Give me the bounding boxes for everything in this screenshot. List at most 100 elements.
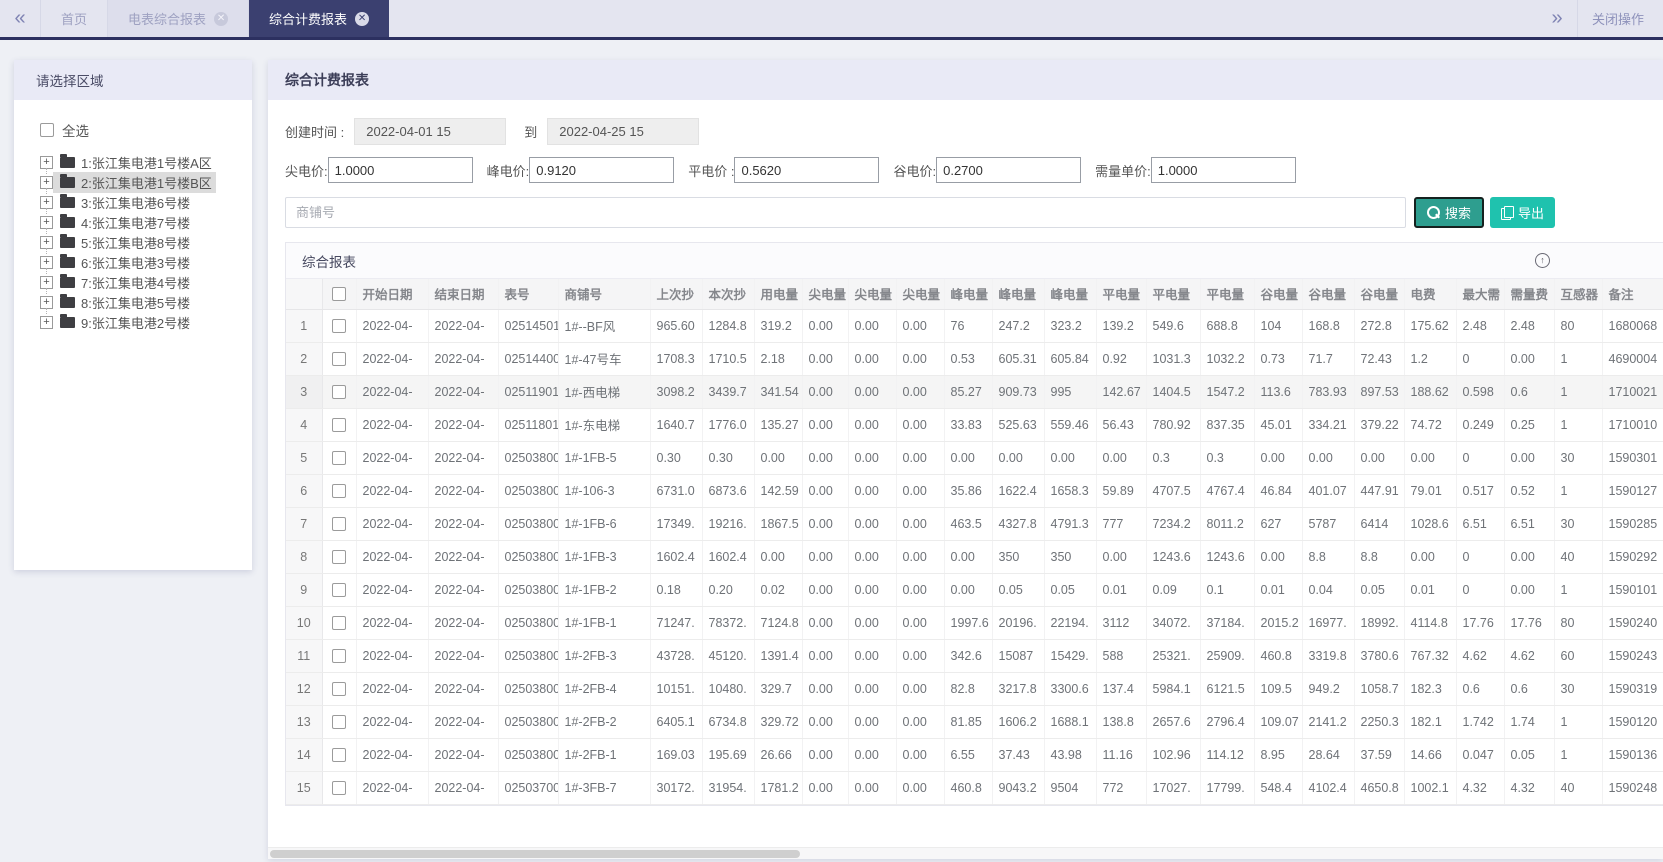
table-cell: 0.00: [1096, 441, 1146, 474]
table-cell: 9504: [1044, 771, 1096, 804]
tree-item: +3:张江集电港6号楼: [40, 192, 242, 212]
tree-item-label[interactable]: 5:张江集电港8号楼: [81, 233, 190, 252]
row-checkbox[interactable]: [332, 616, 346, 630]
row-checkbox[interactable]: [332, 418, 346, 432]
column-header: 互感器: [1554, 279, 1602, 309]
table-cell: 0.00: [896, 375, 944, 408]
row-checkbox-cell: [322, 639, 356, 672]
table-cell: 4650.8: [1354, 771, 1404, 804]
date-from-field[interactable]: 2022-04-01 15: [354, 118, 506, 145]
table-cell: 20196.: [992, 606, 1044, 639]
tree-node[interactable]: 6:张江集电港3号楼: [53, 252, 194, 273]
tree-item-label[interactable]: 1:张江集电港1号楼A区: [81, 153, 212, 172]
collapse-tabs-icon[interactable]: «: [0, 0, 40, 37]
table-cell: 18992.: [1354, 606, 1404, 639]
table-cell: 0.05: [992, 573, 1044, 606]
row-checkbox[interactable]: [332, 715, 346, 729]
horizontal-scrollbar[interactable]: [268, 847, 1663, 859]
table-cell: 02503800: [498, 441, 558, 474]
row-checkbox-cell: [322, 309, 356, 342]
select-all-row[interactable]: 全选: [40, 120, 242, 140]
tree-node[interactable]: 2:张江集电港1号楼B区: [53, 172, 216, 193]
tree-item-label[interactable]: 8:张江集电港5号楼: [81, 293, 190, 312]
select-all-checkbox[interactable]: [40, 123, 54, 137]
table-row: 102022-04-2022-04-025038001#-1FB-171247.…: [286, 606, 1663, 639]
table-cell: 2022-04-: [428, 474, 498, 507]
row-checkbox[interactable]: [332, 583, 346, 597]
row-checkbox[interactable]: [332, 451, 346, 465]
tree-item-label[interactable]: 9:张江集电港2号楼: [81, 313, 190, 332]
expand-icon[interactable]: +: [40, 276, 53, 289]
table-cell: 0.00: [802, 441, 848, 474]
row-checkbox[interactable]: [332, 484, 346, 498]
row-checkbox[interactable]: [332, 385, 346, 399]
close-icon[interactable]: ✕: [214, 12, 228, 26]
table-cell: 2022-04-: [356, 639, 428, 672]
topbar-right: » 关闭操作: [1537, 0, 1663, 37]
table-cell: 72.43: [1354, 342, 1404, 375]
row-checkbox[interactable]: [332, 517, 346, 531]
tab-billing-report-label: 综合计费报表: [269, 9, 347, 28]
tree-node[interactable]: 4:张江集电港7号楼: [53, 212, 194, 233]
tree-item-label[interactable]: 3:张江集电港6号楼: [81, 193, 190, 212]
row-checkbox[interactable]: [332, 550, 346, 564]
expand-icon[interactable]: +: [40, 256, 53, 269]
row-checkbox[interactable]: [332, 352, 346, 366]
export-button[interactable]: 导出: [1490, 197, 1555, 228]
tree-node[interactable]: 3:张江集电港6号楼: [53, 192, 194, 213]
expand-icon[interactable]: +: [40, 216, 53, 229]
collapse-panel-icon[interactable]: ↑: [1535, 253, 1550, 268]
expand-icon[interactable]: +: [40, 236, 53, 249]
table-cell: 1622.4: [992, 474, 1044, 507]
tab-meter-report[interactable]: 电表综合报表 ✕: [108, 0, 249, 37]
tree-node[interactable]: 9:张江集电港2号楼: [53, 312, 194, 333]
tree-node[interactable]: 8:张江集电港5号楼: [53, 292, 194, 313]
date-to-field[interactable]: 2022-04-25 15: [547, 118, 699, 145]
table-cell: 0.047: [1456, 738, 1504, 771]
table-cell: 0.00: [848, 672, 896, 705]
valley-price-input[interactable]: [936, 157, 1081, 183]
table-cell: 2022-04-: [356, 408, 428, 441]
table-cell: 0.00: [896, 408, 944, 441]
search-input[interactable]: [285, 197, 1406, 228]
table-cell: 2022-04-: [356, 606, 428, 639]
expand-icon[interactable]: +: [40, 296, 53, 309]
tree-node[interactable]: 7:张江集电港4号楼: [53, 272, 194, 293]
flat-price-input[interactable]: [734, 157, 879, 183]
row-checkbox[interactable]: [332, 781, 346, 795]
demand-price-input[interactable]: [1151, 157, 1296, 183]
close-icon[interactable]: ✕: [355, 12, 369, 26]
tab-billing-report[interactable]: 综合计费报表 ✕: [249, 0, 389, 37]
expand-icon[interactable]: +: [40, 316, 53, 329]
table-cell: 4.32: [1504, 771, 1554, 804]
tree-node[interactable]: 5:张江集电港8号楼: [53, 232, 194, 253]
table-cell: 1391.4: [754, 639, 802, 672]
close-operations-menu[interactable]: 关闭操作: [1577, 0, 1663, 37]
tab-home[interactable]: 首页: [40, 0, 108, 37]
select-all-rows-checkbox[interactable]: [332, 287, 346, 301]
expand-icon[interactable]: +: [40, 156, 53, 169]
tree-node[interactable]: 1:张江集电港1号楼A区: [53, 152, 216, 173]
expand-icon[interactable]: +: [40, 196, 53, 209]
expand-icon[interactable]: +: [40, 176, 53, 189]
sharp-price-input[interactable]: [328, 157, 473, 183]
tree-item-label[interactable]: 2:张江集电港1号楼B区: [81, 173, 212, 192]
tree-item-label[interactable]: 4:张江集电港7号楼: [81, 213, 190, 232]
tree-item-label[interactable]: 7:张江集电港4号楼: [81, 273, 190, 292]
table-cell: 1781.2: [754, 771, 802, 804]
table-cell: 0.00: [848, 474, 896, 507]
table-cell: 6121.5: [1200, 672, 1254, 705]
row-checkbox[interactable]: [332, 682, 346, 696]
tree-item-label[interactable]: 6:张江集电港3号楼: [81, 253, 190, 272]
scrollbar-thumb[interactable]: [270, 850, 800, 858]
row-checkbox[interactable]: [332, 748, 346, 762]
row-checkbox-cell: [322, 771, 356, 804]
row-checkbox[interactable]: [332, 649, 346, 663]
table-cell: 17.76: [1456, 606, 1504, 639]
peak-price-input[interactable]: [529, 157, 674, 183]
table-cell: 0.00: [848, 441, 896, 474]
search-button[interactable]: 搜索: [1414, 197, 1484, 228]
expand-tabs-icon[interactable]: »: [1537, 0, 1577, 37]
table-cell: 777: [1096, 507, 1146, 540]
row-checkbox[interactable]: [332, 319, 346, 333]
